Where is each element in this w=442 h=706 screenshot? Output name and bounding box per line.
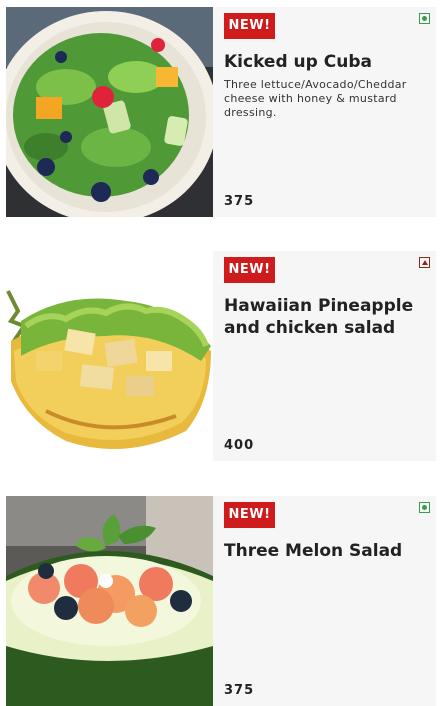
veg-indicator-icon (419, 13, 430, 24)
pineapple-salad-image (6, 251, 213, 461)
menu-item-title[interactable]: Hawaiian Pineapple and chicken salad (224, 295, 424, 339)
menu-item-title[interactable]: Kicked up Cuba (224, 51, 424, 73)
menu-item-price: 400 (224, 438, 255, 453)
new-badge: NEW! (224, 13, 275, 39)
melon-salad-image (6, 496, 213, 706)
menu-item-info: NEW! Three Melon Salad 375 (213, 496, 436, 706)
menu-item-info: NEW! Hawaiian Pineapple and chicken sala… (213, 251, 436, 461)
new-badge: NEW! (224, 257, 275, 283)
menu-item-info: NEW! Kicked up Cuba Three lettuce/Avocad… (213, 7, 436, 217)
menu-item-description: Three lettuce/Avocado/Cheddar cheese wit… (224, 78, 407, 119)
menu-item-price: 375 (224, 683, 255, 698)
menu-item-card[interactable]: NEW! Kicked up Cuba Three lettuce/Avocad… (6, 7, 436, 217)
menu-item-title[interactable]: Three Melon Salad (224, 540, 424, 562)
salad-photo[interactable] (6, 496, 213, 706)
salad-photo[interactable] (6, 7, 213, 217)
non-veg-indicator-icon (419, 257, 430, 268)
green-salad-image (6, 7, 213, 217)
salad-photo[interactable] (6, 251, 213, 461)
menu-item-price: 375 (224, 194, 255, 209)
veg-indicator-icon (419, 502, 430, 513)
new-badge: NEW! (224, 502, 275, 528)
menu-item-card[interactable]: NEW! Hawaiian Pineapple and chicken sala… (6, 251, 436, 461)
menu-item-card[interactable]: NEW! Three Melon Salad 375 (6, 496, 436, 706)
